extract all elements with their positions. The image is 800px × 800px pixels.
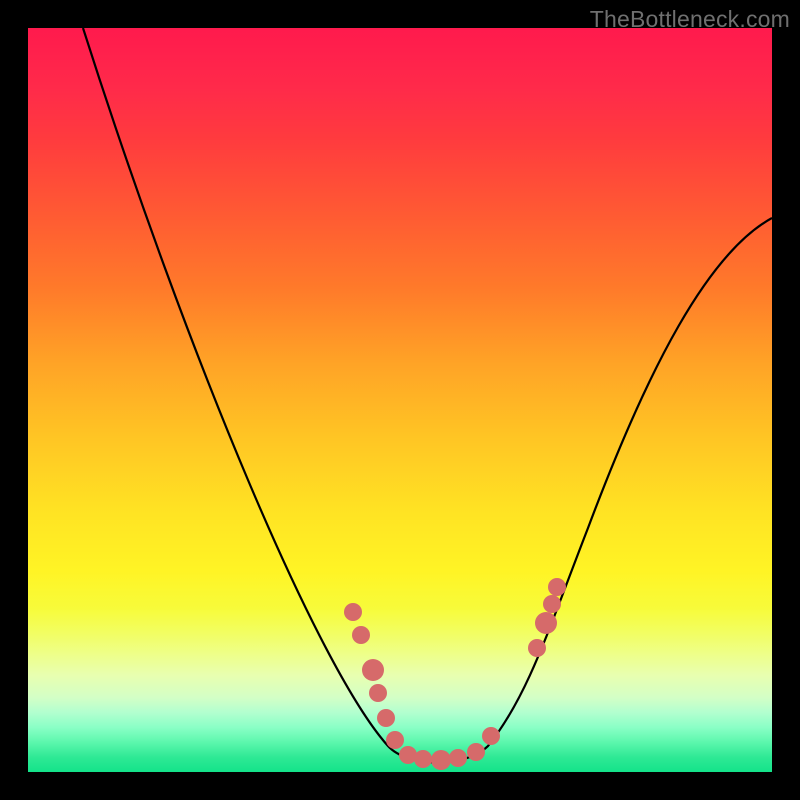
data-marker — [431, 750, 451, 770]
data-marker — [344, 603, 362, 621]
marker-group — [344, 578, 566, 770]
data-marker — [369, 684, 387, 702]
data-marker — [377, 709, 395, 727]
data-marker — [548, 578, 566, 596]
curve-layer — [28, 28, 772, 772]
plot-area — [28, 28, 772, 772]
data-marker — [449, 749, 467, 767]
data-marker — [543, 595, 561, 613]
data-marker — [482, 727, 500, 745]
data-marker — [352, 626, 370, 644]
chart-frame: TheBottleneck.com — [0, 0, 800, 800]
data-marker — [386, 731, 404, 749]
data-marker — [414, 750, 432, 768]
data-marker — [467, 743, 485, 761]
watermark-text: TheBottleneck.com — [590, 6, 790, 33]
bottleneck-curve — [83, 28, 772, 763]
data-marker — [535, 612, 557, 634]
data-marker — [362, 659, 384, 681]
data-marker — [528, 639, 546, 657]
